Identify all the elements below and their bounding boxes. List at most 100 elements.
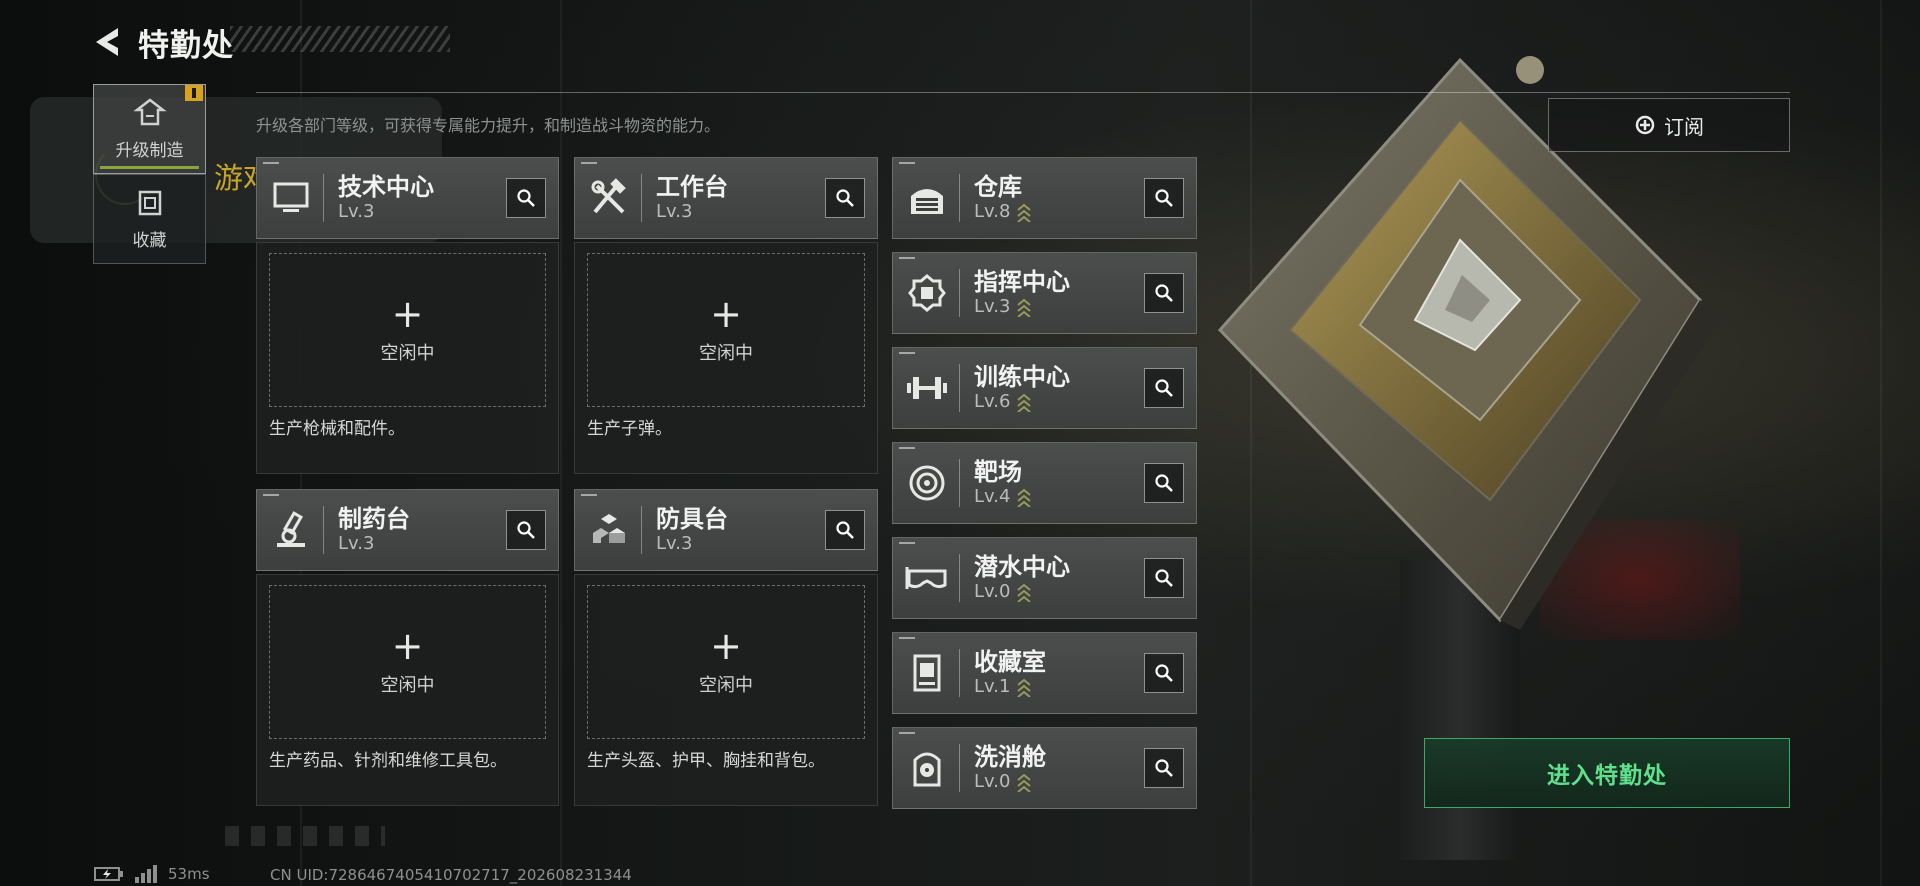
- facility-row-decon-chamber[interactable]: 洗消舱 Lv.0: [892, 727, 1197, 809]
- search-button[interactable]: [1144, 558, 1184, 598]
- page-title: 特勤处: [138, 27, 234, 64]
- sidenav-item-collection[interactable]: 收藏: [93, 174, 206, 264]
- production-slot[interactable]: + 空闲中: [269, 585, 546, 739]
- facility-name: 靶场: [974, 458, 1022, 486]
- sidenav-item-upgrade[interactable]: 升级制造: [93, 84, 206, 174]
- slot-status: 空闲中: [699, 343, 753, 364]
- sidenav-item-label: 升级制造: [115, 140, 184, 161]
- workstation-name: 技术中心: [338, 173, 434, 201]
- search-button[interactable]: [825, 178, 865, 218]
- search-button[interactable]: [1144, 368, 1184, 408]
- workstation-description: 生产子弹。: [587, 419, 672, 439]
- facility-name: 潜水中心: [974, 553, 1070, 581]
- workstation-level: Lv.3: [656, 533, 693, 554]
- back-arrow-icon[interactable]: [92, 25, 126, 59]
- sidenav-item-label: 收藏: [132, 230, 167, 251]
- subscribe-button[interactable]: 订阅: [1548, 98, 1790, 152]
- workstation-card-armor-bench[interactable]: 防具台 Lv.3: [574, 489, 878, 571]
- facility-row-shooting-range[interactable]: 靶场 Lv.4: [892, 442, 1197, 524]
- command-center-icon: [899, 265, 955, 321]
- facility-row-warehouse[interactable]: 仓库 Lv.8: [892, 157, 1197, 239]
- workstation-name: 制药台: [338, 505, 410, 533]
- facility-name: 收藏室: [974, 648, 1046, 676]
- search-icon: [517, 521, 535, 539]
- search-icon: [1155, 189, 1173, 207]
- alert-badge: [185, 85, 203, 101]
- upgrade-icon: [132, 97, 167, 125]
- upgrade-chevron-icon: [1017, 773, 1032, 792]
- facility-level: Lv.8: [974, 201, 1032, 223]
- add-icon: +: [391, 292, 424, 336]
- slot-status: 空闲中: [380, 675, 435, 696]
- warehouse-icon: [899, 170, 955, 226]
- upgrade-chevron-icon: [1017, 298, 1032, 317]
- facility-level: Lv.4: [974, 486, 1032, 508]
- facility-level: Lv.0: [974, 581, 1070, 603]
- facility-level: Lv.1: [974, 676, 1046, 698]
- title-hatch-decoration: [230, 26, 450, 52]
- bottom-decoration: [225, 826, 385, 846]
- workstation-slot-panel: + 空闲中 生产枪械和配件。: [256, 242, 559, 474]
- search-icon: [1155, 569, 1173, 587]
- upgrade-chevron-icon: [1017, 583, 1032, 602]
- shooting-range-icon: [899, 455, 955, 511]
- facility-row-training-center[interactable]: 训练中心 Lv.6: [892, 347, 1197, 429]
- search-button[interactable]: [1144, 748, 1184, 788]
- training-center-icon: [899, 360, 955, 416]
- search-icon: [836, 189, 854, 207]
- pharmacy-icon: [263, 502, 319, 558]
- subscribe-icon: [1635, 115, 1655, 135]
- workstation-name: 防具台: [656, 505, 728, 533]
- collection-room-icon: [899, 645, 955, 701]
- facility-level: Lv.0: [974, 771, 1046, 793]
- collection-icon: [138, 190, 161, 215]
- search-button[interactable]: [1144, 273, 1184, 313]
- search-icon: [1155, 664, 1173, 682]
- facility-row-command-center[interactable]: 指挥中心 Lv.3: [892, 252, 1197, 334]
- search-button[interactable]: [506, 510, 546, 550]
- workstation-description: 生产枪械和配件。: [269, 419, 405, 439]
- production-slot[interactable]: + 空闲中: [269, 253, 546, 407]
- search-icon: [1155, 474, 1173, 492]
- workstation-card-pharmacy[interactable]: 制药台 Lv.3: [256, 489, 559, 571]
- battery-icon: [94, 867, 123, 881]
- facility-level: Lv.6: [974, 391, 1070, 413]
- workstation-level: Lv.3: [656, 201, 693, 222]
- facility-row-diving-center[interactable]: 潜水中心 Lv.0: [892, 537, 1197, 619]
- diving-center-icon: [899, 550, 955, 606]
- slot-status: 空闲中: [380, 343, 435, 364]
- slot-status: 空闲中: [699, 675, 753, 696]
- search-icon: [1155, 759, 1173, 777]
- enter-special-ops-button[interactable]: 进入特勤处: [1424, 738, 1790, 808]
- subscribe-label: 订阅: [1664, 114, 1704, 139]
- side-nav: 升级制造 收藏: [93, 84, 206, 264]
- page-header: 特勤处: [92, 20, 234, 64]
- upgrade-chevron-icon: [1017, 393, 1032, 412]
- facility-level: Lv.3: [974, 296, 1070, 318]
- facility-row-collection-room[interactable]: 收藏室 Lv.1: [892, 632, 1197, 714]
- workstation-slot-panel: + 空闲中 生产药品、针剂和维修工具包。: [256, 574, 559, 806]
- search-button[interactable]: [1144, 178, 1184, 218]
- search-button[interactable]: [825, 510, 865, 550]
- search-button[interactable]: [1144, 463, 1184, 503]
- workstation-card-tech-center[interactable]: 技术中心 Lv.3: [256, 157, 559, 239]
- production-slot[interactable]: + 空闲中: [587, 585, 865, 739]
- workstation-card-workbench[interactable]: 工作台 Lv.3: [574, 157, 878, 239]
- facility-name: 训练中心: [974, 363, 1070, 391]
- search-icon: [1155, 379, 1173, 397]
- workstation-slot-panel: + 空闲中 生产头盔、护甲、胸挂和背包。: [574, 574, 878, 806]
- production-slot[interactable]: + 空闲中: [587, 253, 865, 407]
- add-icon: +: [710, 292, 742, 336]
- add-icon: +: [391, 624, 424, 668]
- search-icon: [517, 189, 535, 207]
- tech-center-icon: [263, 170, 319, 226]
- status-bar: 53ms: [94, 864, 210, 884]
- user-uid: CN UID:7286467405410702717_202608231344: [270, 866, 632, 884]
- workstation-description: 生产药品、针剂和维修工具包。: [269, 751, 507, 771]
- facility-name: 指挥中心: [974, 268, 1070, 296]
- search-icon: [1155, 284, 1173, 302]
- signal-icon: [135, 865, 157, 883]
- add-icon: +: [710, 624, 742, 668]
- search-button[interactable]: [1144, 653, 1184, 693]
- search-button[interactable]: [506, 178, 546, 218]
